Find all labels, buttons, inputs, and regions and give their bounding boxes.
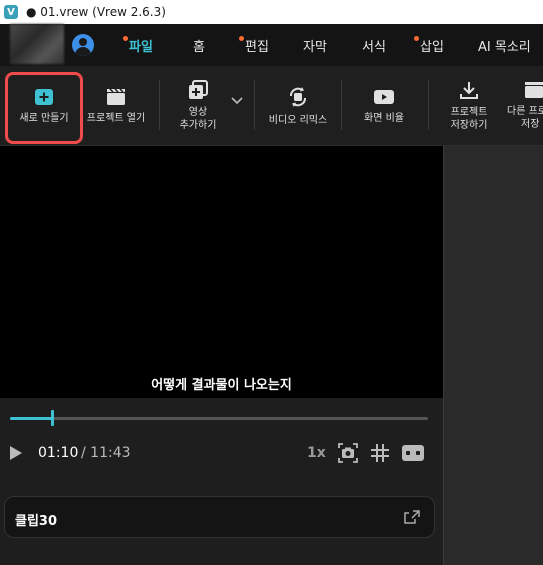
download-icon <box>460 82 478 99</box>
right-side-panel <box>443 146 543 565</box>
current-time: 01:10 <box>38 445 79 461</box>
menu-ai-voice[interactable]: AI 목소리 <box>478 24 531 66</box>
save-as-other-label: 다른 프로 저장 <box>507 105 543 131</box>
menu-insert[interactable]: 삽입 <box>414 24 444 66</box>
clip-card[interactable]: 클립30 <box>4 496 435 538</box>
open-project-button[interactable]: 프로젝트 열기 <box>84 66 148 146</box>
add-video-label-line2: 추가하기 <box>179 120 217 131</box>
add-video-label-line1: 영상 <box>188 107 208 118</box>
screenshot-camera-icon[interactable] <box>338 443 358 463</box>
menu-file-label: 파일 <box>129 39 153 55</box>
clip-label: 클립30 <box>15 514 58 529</box>
playback-speed-button[interactable]: 1x <box>307 445 326 461</box>
new-button-highlight <box>5 72 83 144</box>
notification-dot-icon <box>239 36 244 41</box>
video-subtitle: 어떻게 결과물이 나오는지 <box>151 378 292 393</box>
menu-bar: 파일 홈 편집 자막 서식 삽입 AI 목소리 <box>0 24 543 66</box>
add-video-button[interactable]: 영상 추가하기 <box>172 66 224 146</box>
video-preview[interactable] <box>0 146 443 398</box>
timeline-track[interactable] <box>10 417 428 420</box>
subtitle-toggle-icon[interactable] <box>402 445 424 461</box>
total-time: / 11:43 <box>81 445 131 461</box>
save-project-button[interactable]: 프로젝트 저장하기 <box>438 66 500 146</box>
grid-icon[interactable] <box>371 444 389 462</box>
clapperboard-icon <box>107 87 125 105</box>
open-project-label: 프로젝트 열기 <box>86 112 146 124</box>
timeline-scrubber[interactable] <box>50 410 54 426</box>
aspect-ratio-button[interactable]: 화면 비율 <box>350 66 418 146</box>
aspect-ratio-label: 화면 비율 <box>364 112 404 124</box>
save-project-label: 프로젝트 저장하기 <box>451 106 488 132</box>
external-link-icon[interactable] <box>404 510 420 524</box>
toolbar-separator <box>341 80 342 130</box>
save-project-label-line2: 저장하기 <box>450 120 488 131</box>
save-as-other-label-line2: 저장 <box>521 119 540 130</box>
notification-dot-icon <box>414 36 419 41</box>
video-remix-label: 비디오 리믹스 <box>268 114 328 126</box>
toolbar-separator <box>428 80 429 130</box>
clapperboard-icon <box>525 82 543 98</box>
save-as-other-button[interactable]: 다른 프로 저장 <box>505 66 543 146</box>
window-titlebar: V ● 01.vrew (Vrew 2.6.3) <box>0 0 543 24</box>
save-project-label-line1: 프로젝트 <box>450 107 488 118</box>
menu-home-label: 홈 <box>193 39 205 55</box>
play-icon[interactable] <box>10 446 22 460</box>
menu-home[interactable]: 홈 <box>193 24 205 66</box>
menu-edit[interactable]: 편집 <box>239 24 269 66</box>
toolbar-separator <box>159 80 160 130</box>
menu-ai-voice-label: AI 목소리 <box>478 39 531 55</box>
menu-format-label: 서식 <box>362 39 386 55</box>
chevron-down-icon[interactable] <box>231 96 243 106</box>
toolbar-separator <box>254 80 255 130</box>
blurred-logo <box>10 24 64 64</box>
menu-subtitle-label: 자막 <box>303 39 327 55</box>
screen-ratio-icon <box>374 89 394 104</box>
menu-subtitle[interactable]: 자막 <box>303 24 327 66</box>
menu-file[interactable]: 파일 <box>123 24 153 66</box>
save-as-other-label-line1: 다른 프로 <box>507 106 543 117</box>
add-video-icon <box>189 80 208 99</box>
notification-dot-icon <box>123 36 128 41</box>
menu-format[interactable]: 서식 <box>362 24 386 66</box>
menu-insert-label: 삽입 <box>420 39 444 55</box>
timeline-progress <box>10 417 52 420</box>
video-remix-icon <box>290 86 306 107</box>
user-avatar-icon[interactable] <box>72 34 94 56</box>
player-controls <box>0 398 443 565</box>
add-video-label: 영상 추가하기 <box>180 106 217 132</box>
video-remix-button[interactable]: 비디오 리믹스 <box>262 66 334 146</box>
menu-edit-label: 편집 <box>245 39 269 55</box>
window-title: ● 01.vrew (Vrew 2.6.3) <box>26 5 166 19</box>
vrew-app-icon: V <box>4 5 18 19</box>
